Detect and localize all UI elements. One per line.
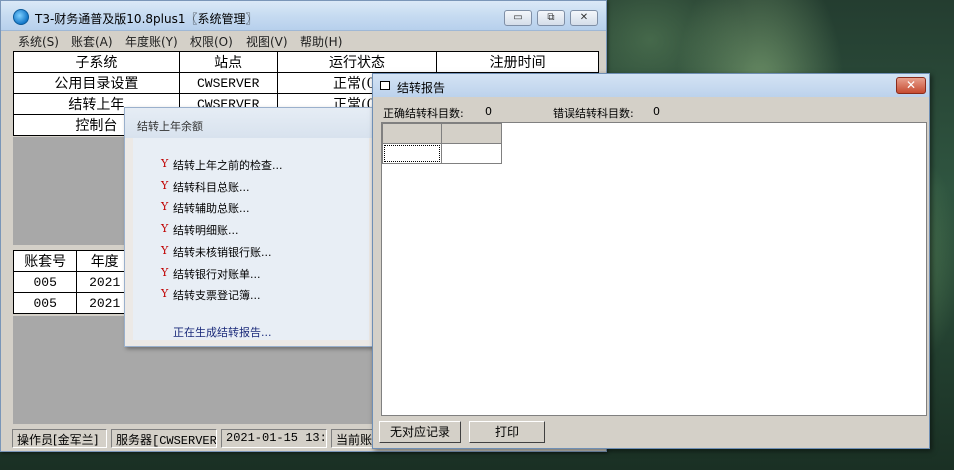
step-label: 结转银行对账单...: [173, 268, 261, 281]
close-button[interactable]: ✕: [570, 10, 598, 26]
report-title-bar[interactable]: 结转报告 ✕: [373, 74, 929, 97]
column-header[interactable]: 运行状态: [276, 51, 438, 73]
step-label: 结转明细账...: [173, 224, 239, 237]
status-server: 服务器[CWSERVER]: [111, 429, 217, 448]
progress-title-bar[interactable]: 结转上年余额: [125, 108, 375, 138]
step-done-mark: Y: [161, 200, 169, 213]
step-done-mark: Y: [161, 222, 169, 235]
column-header[interactable]: 账套号: [12, 250, 78, 272]
subsystem-header-row: 子系统 站点 运行状态 注册时间: [13, 51, 599, 73]
grid-header-cell[interactable]: [441, 123, 502, 144]
column-header[interactable]: 注册时间: [436, 51, 599, 73]
step-label: 结转未核销银行账...: [173, 246, 272, 259]
menu-system[interactable]: 系统(S): [18, 33, 59, 50]
step-done-mark: Y: [161, 244, 169, 257]
step-done-mark: Y: [161, 266, 169, 279]
progress-steps-panel: Y 结转上年之前的检查... Y 结转科目总账... Y 结转辅助总账... Y…: [133, 138, 369, 340]
correct-count-value: 0: [485, 105, 492, 118]
menu-permission[interactable]: 权限(O): [190, 33, 233, 50]
status-operator: 操作员[金军兰]: [12, 429, 107, 448]
app-logo-icon: [13, 9, 29, 25]
report-grid[interactable]: [381, 122, 927, 416]
error-count-label: 错误结转科目数:: [553, 107, 634, 120]
step-label: 结转科目总账...: [173, 181, 250, 194]
main-title-bar[interactable]: T3-财务通普及版10.8plus1〖系统管理〗 ▭ ⧉ ✕: [1, 1, 606, 31]
account-header-row: 账套号 年度: [12, 250, 133, 272]
step-label: 结转辅助总账...: [173, 202, 250, 215]
grid-header-cell[interactable]: [382, 123, 442, 144]
progress-dialog-title: 结转上年余额: [137, 120, 203, 133]
no-matching-record-button[interactable]: 无对应记录: [379, 421, 461, 443]
grid-cell-selected[interactable]: [382, 143, 442, 164]
account-table: 账套号 年度 005 2021 005 2021: [12, 250, 133, 314]
carryover-report-dialog: 结转报告 ✕ 正确结转科目数: 0 错误结转科目数: 0 无对应记录 打印: [372, 73, 930, 449]
carryover-progress-dialog: 结转上年余额 Y 结转上年之前的检查... Y 结转科目总账... Y 结转辅助…: [124, 107, 376, 347]
step-label: 结转上年之前的检查...: [173, 159, 283, 172]
menu-help[interactable]: 帮助(H): [300, 33, 342, 50]
column-header[interactable]: 子系统: [13, 51, 180, 73]
grid-cell[interactable]: [441, 143, 502, 164]
table-cell: CWSERVER: [178, 72, 278, 94]
table-row[interactable]: 005 2021: [12, 292, 133, 314]
correct-count-label: 正确结转科目数:: [383, 107, 464, 120]
table-cell: 005: [12, 292, 78, 314]
table-cell: 公用目录设置: [13, 72, 180, 94]
close-button[interactable]: ✕: [896, 77, 926, 94]
table-row[interactable]: 005 2021: [12, 271, 133, 293]
table-cell: 005: [12, 271, 78, 293]
restore-button[interactable]: ⧉: [537, 10, 565, 26]
minimize-button[interactable]: ▭: [504, 10, 532, 26]
status-datetime: 2021-01-15 13:08: [221, 429, 327, 448]
column-header[interactable]: 站点: [178, 51, 278, 73]
step-done-mark: Y: [161, 179, 169, 192]
main-window-title: T3-财务通普及版10.8plus1〖系统管理〗: [35, 12, 258, 26]
menu-year-account[interactable]: 年度账(Y): [125, 33, 178, 50]
progress-status-text: 正在生成结转报告...: [173, 326, 272, 339]
step-done-mark: Y: [161, 287, 169, 300]
step-done-mark: Y: [161, 157, 169, 170]
report-dialog-title: 结转报告: [397, 81, 446, 95]
step-label: 结转支票登记簿...: [173, 289, 261, 302]
window-icon: [380, 81, 390, 90]
menu-view[interactable]: 视图(V): [246, 33, 288, 50]
menu-bar: 系统(S) 账套(A) 年度账(Y) 权限(O) 视图(V) 帮助(H): [1, 31, 606, 49]
error-count-value: 0: [653, 105, 660, 118]
menu-account[interactable]: 账套(A): [71, 33, 113, 50]
print-button[interactable]: 打印: [469, 421, 545, 443]
